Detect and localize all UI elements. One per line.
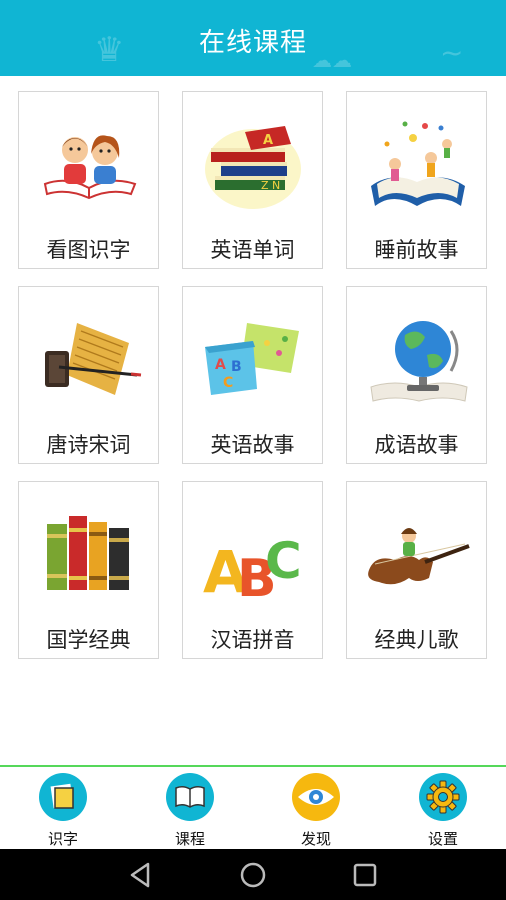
home-icon[interactable] bbox=[238, 860, 268, 890]
tab-label: 识字 bbox=[47, 830, 78, 848]
note-icon bbox=[39, 773, 87, 821]
tab-label: 课程 bbox=[174, 830, 205, 848]
app-header: ♛ ☁☁ ~ 在线课程 bbox=[0, 0, 506, 76]
book-stack-icon: A Z N bbox=[205, 126, 301, 209]
fairy-tale-book-icon bbox=[371, 121, 465, 206]
tab-ke-cheng[interactable]: 课程 bbox=[150, 773, 230, 848]
system-navigation-bar bbox=[0, 849, 506, 900]
course-card-shui-qian-gu-shi[interactable]: 睡前故事 bbox=[346, 91, 487, 269]
globe-icon bbox=[370, 321, 468, 402]
course-label: 看图识字 bbox=[46, 238, 131, 262]
back-icon[interactable] bbox=[126, 860, 156, 890]
scroll-brush-icon bbox=[45, 323, 142, 395]
course-label: 汉语拼音 bbox=[210, 628, 295, 652]
course-card-tang-shi-song-ci[interactable]: 唐诗宋词 bbox=[18, 286, 159, 464]
abc-books-icon: A B C bbox=[205, 323, 299, 395]
abc-letters-icon: A B C bbox=[203, 532, 302, 604]
bottom-tab-bar: 识字 课程 发现 设置 bbox=[0, 765, 506, 849]
svg-text:Z N: Z N bbox=[261, 179, 280, 192]
course-label: 睡前故事 bbox=[374, 238, 459, 262]
recents-icon[interactable] bbox=[350, 860, 380, 890]
course-label: 国学经典 bbox=[46, 628, 131, 652]
tab-label: 设置 bbox=[427, 830, 458, 848]
course-card-cheng-yu-gu-shi[interactable]: 成语故事 bbox=[346, 286, 487, 464]
course-card-kan-tu-shi-zi[interactable]: 看图识字 bbox=[18, 91, 159, 269]
course-label: 成语故事 bbox=[374, 433, 459, 457]
course-card-jing-dian-er-ge[interactable]: 经典儿歌 bbox=[346, 481, 487, 659]
course-label: 唐诗宋词 bbox=[46, 433, 131, 457]
open-book-icon bbox=[166, 773, 214, 821]
tab-label: 发现 bbox=[300, 830, 331, 848]
course-card-han-yu-pin-yin[interactable]: A B C 汉语拼音 bbox=[182, 481, 323, 659]
svg-text:B: B bbox=[231, 359, 242, 375]
course-label: 英语故事 bbox=[210, 433, 295, 457]
classic-books-icon bbox=[47, 516, 129, 590]
course-label: 英语单词 bbox=[210, 238, 295, 262]
tab-shi-zi[interactable]: 识字 bbox=[23, 773, 103, 848]
svg-text:A: A bbox=[263, 133, 273, 148]
svg-text:A: A bbox=[215, 357, 226, 373]
tab-fa-xian[interactable]: 发现 bbox=[276, 773, 356, 848]
course-card-ying-yu-gu-shi[interactable]: A B C 英语故事 bbox=[182, 286, 323, 464]
page-title: 在线课程 bbox=[198, 28, 307, 58]
tab-she-zhi[interactable]: 设置 bbox=[403, 773, 483, 848]
course-card-ying-yu-dan-ci[interactable]: A Z N 英语单词 bbox=[182, 91, 323, 269]
course-card-guo-xue-jing-dian[interactable]: 国学经典 bbox=[18, 481, 159, 659]
svg-text:C: C bbox=[223, 375, 233, 391]
gear-icon bbox=[419, 773, 467, 821]
svg-text:C: C bbox=[265, 532, 302, 590]
violin-icon bbox=[368, 528, 470, 585]
eye-icon bbox=[292, 773, 340, 821]
kids-reading-icon bbox=[43, 135, 137, 200]
course-label: 经典儿歌 bbox=[374, 628, 459, 652]
